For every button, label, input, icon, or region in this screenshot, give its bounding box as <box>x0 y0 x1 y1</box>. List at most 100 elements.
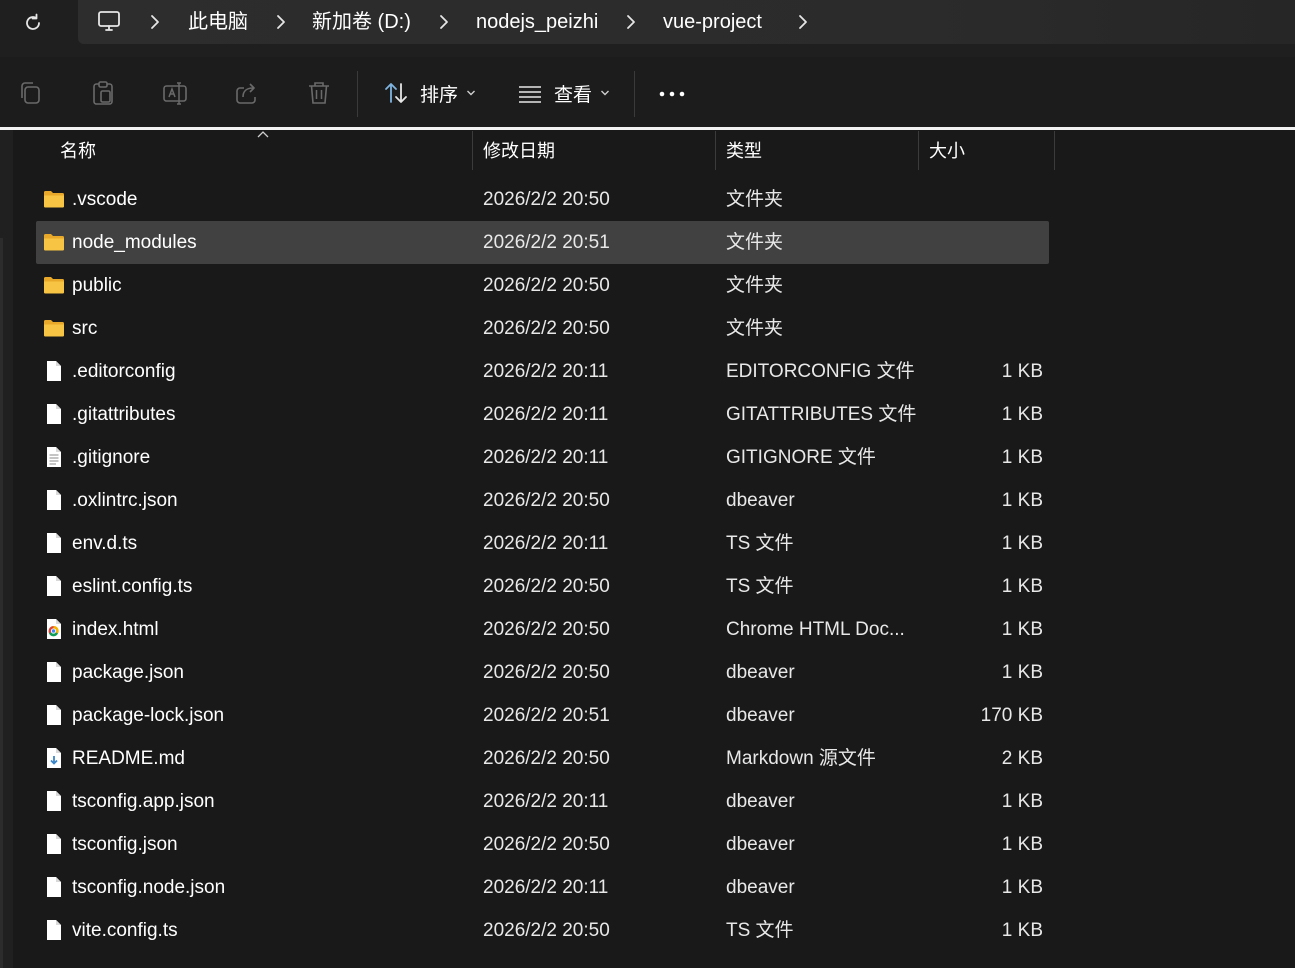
file-icon <box>42 402 66 426</box>
file-row[interactable]: env.d.ts 2026/2/2 20:11 TS 文件 1 KB <box>36 522 1049 565</box>
file-row[interactable]: README.md 2026/2/2 20:50 Markdown 源文件 2 KB <box>36 737 1049 780</box>
command-bar: 排序 查看 <box>0 57 1295 128</box>
breadcrumb-item-drive-d[interactable]: 新加卷 (D:) <box>312 9 411 35</box>
column-separator[interactable] <box>472 131 473 170</box>
file-icon <box>42 531 66 555</box>
rename-icon[interactable] <box>161 79 189 107</box>
file-date: 2026/2/2 20:11 <box>483 447 609 468</box>
file-size: 2 KB <box>1001 748 1043 769</box>
this-pc-icon[interactable] <box>96 8 122 34</box>
more-options-icon[interactable] <box>658 87 686 101</box>
delete-icon[interactable] <box>305 79 333 107</box>
file-size: 1 KB <box>1001 877 1043 898</box>
column-separator[interactable] <box>715 131 716 170</box>
chrome-file-icon <box>42 617 66 641</box>
file-row[interactable]: node_modules 2026/2/2 20:51 文件夹 <box>36 221 1049 264</box>
file-row[interactable]: eslint.config.ts 2026/2/2 20:50 TS 文件 1 KB <box>36 565 1049 608</box>
file-name: eslint.config.ts <box>72 576 193 597</box>
file-date: 2026/2/2 20:11 <box>483 877 609 898</box>
file-size: 1 KB <box>1001 447 1043 468</box>
file-row[interactable]: tsconfig.node.json 2026/2/2 20:11 dbeaver 1… <box>36 866 1049 909</box>
column-header-type[interactable]: 类型 <box>726 130 762 170</box>
folder-icon <box>42 316 66 340</box>
breadcrumb-item-nodejs-peizhi[interactable]: nodejs_peizhi <box>476 9 598 35</box>
breadcrumb-item-this-pc[interactable]: 此电脑 <box>188 9 248 35</box>
column-separator[interactable] <box>918 131 919 170</box>
file-row[interactable]: tsconfig.app.json 2026/2/2 20:11 dbeaver 1 … <box>36 780 1049 823</box>
file-type: 文件夹 <box>726 318 784 339</box>
file-date: 2026/2/2 20:11 <box>483 533 609 554</box>
file-type: 文件夹 <box>726 232 784 253</box>
file-date: 2026/2/2 20:50 <box>483 318 610 339</box>
file-size: 1 KB <box>1001 791 1043 812</box>
file-date: 2026/2/2 20:50 <box>483 619 610 640</box>
share-icon[interactable] <box>233 79 261 107</box>
sort-button[interactable]: 排序 <box>382 77 476 109</box>
file-row[interactable]: public 2026/2/2 20:50 文件夹 <box>36 264 1049 307</box>
folder-icon <box>42 187 66 211</box>
paste-icon[interactable] <box>89 79 117 107</box>
file-row[interactable]: index.html 2026/2/2 20:50 Chrome HTML Doc.… <box>36 608 1049 651</box>
file-row[interactable]: .oxlintrc.json 2026/2/2 20:50 dbeaver 1 KB <box>36 479 1049 522</box>
chevron-right-icon[interactable] <box>437 13 451 31</box>
file-name: .gitattributes <box>72 404 176 425</box>
file-type: dbeaver <box>726 705 795 726</box>
file-name: .gitignore <box>72 447 151 468</box>
markdown-file-icon <box>42 746 66 770</box>
file-row[interactable]: .gitattributes 2026/2/2 20:11 GITATTRIBUTE… <box>36 393 1049 436</box>
file-type: Markdown 源文件 <box>726 748 876 769</box>
file-row[interactable]: package.json 2026/2/2 20:50 dbeaver 1 KB <box>36 651 1049 694</box>
file-size: 1 KB <box>1001 662 1043 683</box>
view-button[interactable]: 查看 <box>516 77 610 109</box>
file-name: README.md <box>72 748 185 769</box>
file-row[interactable]: tsconfig.json 2026/2/2 20:50 dbeaver 1 KB <box>36 823 1049 866</box>
view-list-icon <box>519 86 541 103</box>
file-type: EDITORCONFIG 文件 <box>726 361 915 382</box>
file-row[interactable]: .editorconfig 2026/2/2 20:11 EDITORCONFIG … <box>36 350 1049 393</box>
file-icon <box>42 832 66 856</box>
file-row[interactable]: .vscode 2026/2/2 20:50 文件夹 <box>36 178 1049 221</box>
file-type: TS 文件 <box>726 533 794 554</box>
file-date: 2026/2/2 20:50 <box>483 490 610 511</box>
column-header-size[interactable]: 大小 <box>929 130 965 170</box>
file-icon <box>42 703 66 727</box>
column-header-date[interactable]: 修改日期 <box>483 130 555 170</box>
column-separator[interactable] <box>1054 131 1055 170</box>
file-icon <box>42 359 66 383</box>
file-name: src <box>72 318 98 339</box>
column-header-name[interactable]: 名称 <box>60 130 96 170</box>
file-type: GITATTRIBUTES 文件 <box>726 404 917 425</box>
refresh-button[interactable] <box>18 8 48 38</box>
file-type: 文件夹 <box>726 189 784 210</box>
file-type: TS 文件 <box>726 576 794 597</box>
refresh-icon <box>26 13 40 30</box>
file-name: index.html <box>72 619 159 640</box>
chevron-right-icon[interactable] <box>624 13 638 31</box>
file-date: 2026/2/2 20:11 <box>483 361 609 382</box>
toolbar-divider <box>0 127 1295 130</box>
chevron-right-icon[interactable] <box>148 13 162 31</box>
chevron-right-icon[interactable] <box>274 13 288 31</box>
sort-label: 排序 <box>420 84 459 106</box>
file-icon <box>42 660 66 684</box>
file-size: 1 KB <box>1001 361 1043 382</box>
file-row[interactable]: package-lock.json 2026/2/2 20:51 dbeaver 17… <box>36 694 1049 737</box>
file-name: env.d.ts <box>72 533 138 554</box>
copy-icon[interactable] <box>17 79 45 107</box>
file-row[interactable]: vite.config.ts 2026/2/2 20:50 TS 文件 1 KB <box>36 909 1049 952</box>
file-size: 170 KB <box>980 705 1043 726</box>
file-name: node_modules <box>72 232 197 253</box>
file-date: 2026/2/2 20:50 <box>483 662 610 683</box>
file-name: .oxlintrc.json <box>72 490 178 511</box>
file-row[interactable]: .gitignore 2026/2/2 20:11 GITIGNORE 文件 1 KB <box>36 436 1049 479</box>
file-type: dbeaver <box>726 490 795 511</box>
chevron-right-icon[interactable] <box>796 13 810 31</box>
breadcrumb-item-vue-project[interactable]: vue-project <box>663 9 762 35</box>
file-name: .editorconfig <box>72 361 176 382</box>
file-size: 1 KB <box>1001 920 1043 941</box>
file-icon <box>42 918 66 942</box>
file-type: Chrome HTML Doc... <box>726 619 905 640</box>
file-row[interactable]: src 2026/2/2 20:50 文件夹 <box>36 307 1049 350</box>
file-name: package-lock.json <box>72 705 225 726</box>
navigation-pane-splitter[interactable] <box>0 238 3 968</box>
